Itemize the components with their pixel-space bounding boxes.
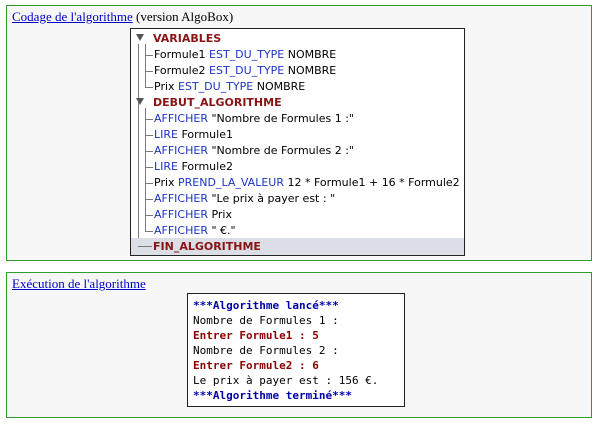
console-line: Le prix à payer est : 156 €.	[193, 374, 379, 387]
code-panel-title-suffix: (version AlgoBox)	[132, 9, 234, 24]
code-panel: Codage de l'algorithme (version AlgoBox)…	[6, 5, 592, 261]
code-panel-title: Codage de l'algorithme (version AlgoBox)	[12, 9, 233, 25]
instruction-row[interactable]: AFFICHER "Nombre de Formules 1 :"	[154, 111, 354, 126]
tree-connector	[145, 231, 153, 232]
tree-connector	[145, 119, 153, 120]
instruction-keyword: AFFICHER	[154, 112, 208, 125]
console-line: ***Algorithme terminé***	[193, 389, 352, 402]
instruction-argument: "Nombre de Formules 2 :"	[211, 144, 354, 157]
tree-connector	[138, 44, 139, 246]
instruction-keyword: AFFICHER	[154, 192, 208, 205]
tree-connector	[145, 44, 146, 88]
instruction-argument: 12 * Formule1 + 16 * Formule2	[287, 176, 460, 189]
instruction-keyword: LIRE	[154, 160, 178, 173]
exec-panel-title: Exécution de l'algorithme	[12, 276, 146, 292]
instruction-keyword: AFFICHER	[154, 144, 208, 157]
instruction-target: Prix	[154, 176, 175, 189]
instruction-argument: "Le prix à payer est : "	[211, 192, 336, 205]
tree-connector	[145, 151, 153, 152]
console-line: Entrer Formule1 : 5	[193, 329, 319, 342]
variable-type: NOMBRE	[256, 80, 306, 93]
variable-keyword: EST_DU_TYPE	[209, 48, 285, 61]
console-line: ***Algorithme lancé***	[193, 299, 339, 312]
instruction-row[interactable]: LIRE Formule2	[154, 159, 233, 174]
variable-type: NOMBRE	[287, 48, 337, 61]
algorithm-tree[interactable]: VARIABLES DEBUT_ALGORITHME FIN_ALGORITHM…	[130, 28, 465, 256]
instruction-argument: "Nombre de Formules 1 :"	[211, 112, 354, 125]
variables-header[interactable]: VARIABLES	[153, 31, 221, 46]
tree-connector	[145, 55, 153, 56]
execution-console: ***Algorithme lancé*** Nombre de Formules…	[187, 293, 405, 407]
instruction-row[interactable]: Prix PREND_LA_VALEUR 12 * Formule1 + 16 …	[154, 175, 460, 190]
instruction-keyword: AFFICHER	[154, 208, 208, 221]
tree-connector	[138, 246, 152, 247]
variable-name: Formule2	[154, 64, 206, 77]
instruction-row[interactable]: LIRE Formule1	[154, 127, 233, 142]
variable-keyword: EST_DU_TYPE	[178, 80, 254, 93]
variable-row[interactable]: Formule1 EST_DU_TYPE NOMBRE	[154, 47, 336, 62]
instruction-row[interactable]: AFFICHER "Le prix à payer est : "	[154, 191, 335, 206]
tree-connector	[145, 108, 146, 232]
instruction-argument: " €."	[211, 224, 236, 237]
execution-panel: Exécution de l'algorithme ***Algorithme …	[6, 272, 592, 418]
collapse-triangle-icon[interactable]	[136, 98, 144, 105]
exec-panel-title-link[interactable]: Exécution de l'algorithme	[12, 276, 146, 291]
tree-connector	[145, 87, 153, 88]
instruction-row[interactable]: AFFICHER "Nombre de Formules 2 :"	[154, 143, 354, 158]
variable-keyword: EST_DU_TYPE	[209, 64, 285, 77]
instruction-keyword: PREND_LA_VALEUR	[178, 176, 284, 189]
variable-row[interactable]: Formule2 EST_DU_TYPE NOMBRE	[154, 63, 336, 78]
instruction-keyword: LIRE	[154, 128, 178, 141]
variable-row[interactable]: Prix EST_DU_TYPE NOMBRE	[154, 79, 305, 94]
tree-connector	[145, 199, 153, 200]
collapse-triangle-icon[interactable]	[136, 34, 144, 41]
tree-connector	[145, 183, 153, 184]
instruction-argument: Prix	[211, 208, 232, 221]
code-panel-title-link[interactable]: Codage de l'algorithme	[12, 9, 133, 24]
instruction-argument: Formule1	[181, 128, 233, 141]
tree-connector	[145, 135, 153, 136]
tree-connector	[145, 71, 153, 72]
console-line: Nombre de Formules 1 :	[193, 314, 339, 327]
instruction-row[interactable]: AFFICHER " €."	[154, 223, 236, 238]
tree-connector	[145, 215, 153, 216]
instruction-row[interactable]: AFFICHER Prix	[154, 207, 232, 222]
console-line: Entrer Formule2 : 6	[193, 359, 319, 372]
variable-name: Prix	[154, 80, 175, 93]
console-line: Nombre de Formules 2 :	[193, 344, 339, 357]
instruction-keyword: AFFICHER	[154, 224, 208, 237]
variable-name: Formule1	[154, 48, 206, 61]
debut-header[interactable]: DEBUT_ALGORITHME	[153, 95, 282, 110]
tree-connector	[145, 167, 153, 168]
instruction-argument: Formule2	[181, 160, 233, 173]
fin-header[interactable]: FIN_ALGORITHME	[153, 239, 261, 254]
variable-type: NOMBRE	[287, 64, 337, 77]
